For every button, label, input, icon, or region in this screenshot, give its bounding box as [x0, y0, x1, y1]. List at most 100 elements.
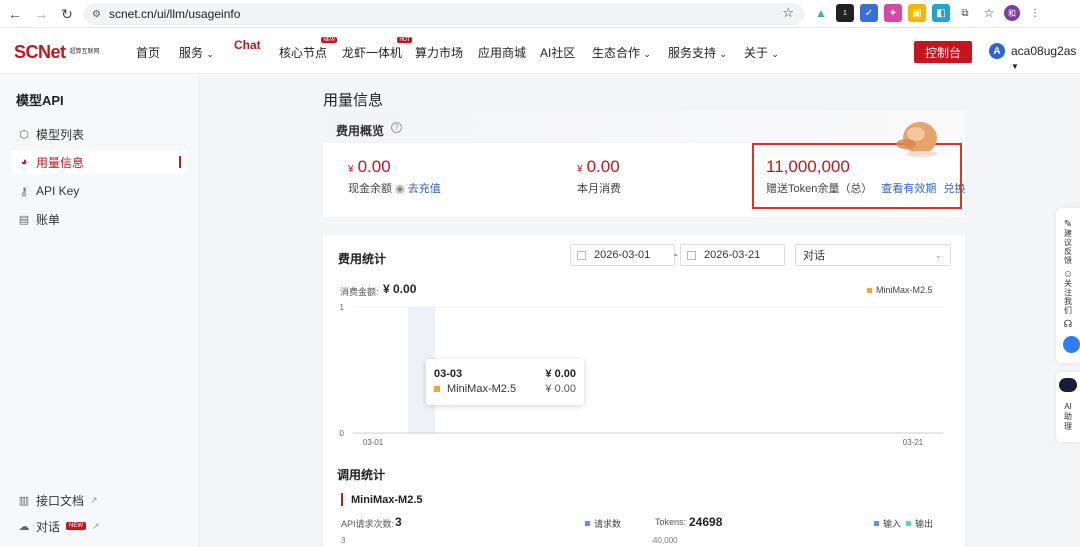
hot-badge: HOT — [397, 37, 413, 43]
request-count-label: API请求次数: — [341, 519, 395, 529]
more-menu-icon[interactable]: ⋮ — [1026, 4, 1044, 22]
end-date-input[interactable]: 2026-03-21 — [680, 244, 785, 266]
cost-stats-title: 费用统计 — [338, 252, 387, 266]
new-badge: NEW — [66, 522, 87, 530]
tokens-value: 24698 — [689, 515, 723, 529]
nav-core-nodes[interactable]: 核心节点 NEW — [279, 37, 338, 61]
user-menu[interactable]: aca08ug2as ▼ — [1011, 44, 1080, 72]
bookmark-star-icon[interactable]: ☆ — [782, 5, 794, 21]
tooltip-swatch — [434, 386, 440, 392]
book-icon: ▥ — [18, 494, 30, 507]
start-date-input[interactable]: 2026-03-01 — [570, 244, 675, 266]
site-info-icon[interactable]: ⚙ — [92, 9, 101, 20]
request-axis-top: 3 — [341, 536, 346, 545]
feedback-icon: ✎ — [1063, 219, 1073, 230]
page-title: 用量信息 — [323, 92, 384, 109]
tokens-label: Tokens: — [655, 517, 687, 527]
type-select-value: 对话 — [803, 250, 825, 262]
cost-chart: 1 0 03-01 03-21 — [340, 303, 943, 447]
cube-icon: ⬡ — [19, 128, 29, 141]
extension-icon-blue[interactable]: ✓ — [860, 4, 878, 22]
nav-about[interactable]: 关于 ⌄ — [744, 44, 779, 61]
chevron-down-icon: ⌄ — [643, 49, 651, 59]
feedback-button[interactable]: ✎ 建议反馈 — [1056, 219, 1080, 266]
legend-swatch — [585, 521, 590, 526]
call-stats-title: 调用统计 — [337, 468, 386, 482]
site-logo[interactable]: SCNet 超算互联网 — [14, 42, 104, 63]
request-count-value: 3 — [395, 515, 402, 529]
tooltip-total: ¥ 0.00 — [545, 368, 576, 380]
nav-core-nodes-label: 核心节点 — [279, 46, 328, 60]
puzzle-icon[interactable]: ⧉ — [956, 4, 974, 22]
pie-chart-icon: ◕ — [20, 156, 28, 168]
model-name: MiniMax-M2.5 — [351, 494, 423, 506]
forward-icon[interactable]: → — [28, 1, 54, 27]
sidebar: 模型API ⬡ 模型列表 ◕ 用量信息 ⚷ API Key ▤ 账单 ▥ 接口文… — [0, 74, 200, 547]
user-avatar[interactable]: A — [989, 43, 1005, 59]
type-select[interactable]: 对话 ⌄ — [795, 244, 951, 266]
tokens-legend-input[interactable]: 输入 — [874, 517, 901, 530]
legend-label: 输入 — [883, 519, 902, 529]
extension-icon-yellow[interactable]: ▣ — [908, 4, 926, 22]
sidebar-item-label: API Key — [36, 184, 80, 198]
nav-ecosystem[interactable]: 生态合作 ⌄ — [592, 44, 651, 61]
calendar-icon — [577, 250, 586, 260]
nav-support[interactable]: 服务支持 ⌄ — [668, 44, 727, 61]
profile-avatar[interactable]: 和 — [1004, 5, 1020, 21]
nav-compute-market[interactable]: 算力市场 — [415, 44, 463, 61]
legend-swatch — [906, 521, 911, 526]
recharge-link[interactable]: 去充值 — [408, 183, 441, 195]
sidebar-item-usage[interactable]: ◕ 用量信息 — [12, 150, 187, 174]
sidebar-item-label: 账单 — [36, 212, 61, 227]
legend-label: 请求数 — [594, 519, 622, 529]
sidebar-item-api-key[interactable]: ⚷ API Key — [12, 179, 187, 203]
nav-lobster[interactable]: 龙虾一体机 HOT — [342, 37, 413, 61]
nav-ai-community[interactable]: AI社区 — [540, 44, 575, 61]
sidebar-item-bill[interactable]: ▤ 账单 — [12, 207, 187, 231]
extension-icon-teal[interactable]: ◧ — [932, 4, 950, 22]
request-legend[interactable]: 请求数 — [585, 517, 621, 530]
console-button[interactable]: 控制台 — [914, 41, 972, 63]
nav-services[interactable]: 服务 ⌄ — [179, 44, 214, 61]
nav-chat[interactable]: Chat — [234, 38, 261, 52]
sidebar-item-chat[interactable]: ☁ 对话 NEW ↗ — [12, 514, 187, 538]
browser-toolbar: ← → ↻ ⚙ scnet.cn/ui/llm/usageinfo ☆ ▲ 1 … — [0, 0, 1080, 28]
follow-button[interactable]: ☺ 关注我们 — [1056, 270, 1080, 316]
ai-assistant-button[interactable]: AI助理 — [1056, 372, 1080, 442]
extension-icon-badge[interactable]: 1 — [836, 4, 854, 22]
sidebar-item-model-list[interactable]: ⬡ 模型列表 — [12, 122, 187, 146]
logo-subtitle: 超算互联网 — [69, 49, 100, 55]
vue-extension-icon[interactable]: ▲ — [812, 4, 830, 22]
sidebar-item-label: 对话 — [36, 519, 61, 534]
caret-down-icon: ▼ — [1011, 62, 1019, 71]
amount-value: ¥ 0.00 — [383, 282, 417, 296]
nav-app-store[interactable]: 应用商城 — [478, 44, 526, 61]
logo-text: SCNet — [14, 42, 66, 62]
extension-icon-pink[interactable]: ✦ — [884, 4, 902, 22]
document-icon: ▤ — [18, 213, 30, 226]
sidebar-item-api-docs[interactable]: ▥ 接口文档 ↗ — [12, 488, 187, 512]
month-spend-value: 0.00 — [586, 157, 620, 176]
back-icon[interactable]: ← — [2, 1, 28, 27]
currency-symbol: ¥ — [577, 164, 583, 175]
chat-bubble-icon[interactable] — [1063, 336, 1080, 353]
chevron-down-icon: ⌄ — [206, 49, 214, 59]
nav-support-label: 服务支持 — [668, 46, 717, 60]
month-spend: ¥0.00 — [577, 157, 620, 177]
external-link-icon: ↗ — [92, 520, 100, 531]
star-list-icon[interactable]: ☆ — [980, 4, 998, 22]
chart-legend[interactable]: MiniMax-M2.5 — [867, 285, 933, 295]
cash-balance: ¥0.00 — [348, 157, 391, 177]
y-tick-top: 1 — [340, 303, 345, 312]
tooltip-series-name: MiniMax-M2.5 — [447, 383, 517, 395]
nav-home[interactable]: 首页 — [136, 44, 160, 61]
reload-icon[interactable]: ↻ — [54, 1, 80, 27]
help-icon[interactable]: ? — [391, 122, 402, 133]
nav-about-label: 关于 — [744, 46, 769, 60]
sidebar-item-label: 接口文档 — [36, 493, 85, 508]
address-bar[interactable]: ⚙ scnet.cn/ui/llm/usageinfo ☆ — [84, 3, 804, 25]
headset-button[interactable]: ☊ — [1056, 320, 1080, 330]
eye-icon[interactable]: ◉ — [395, 183, 405, 195]
extensions-row: ▲ 1 ✓ ✦ ▣ ◧ ⧉ ☆ 和 ⋮ — [812, 4, 1044, 22]
tokens-legend-output[interactable]: 输出 — [906, 517, 933, 530]
